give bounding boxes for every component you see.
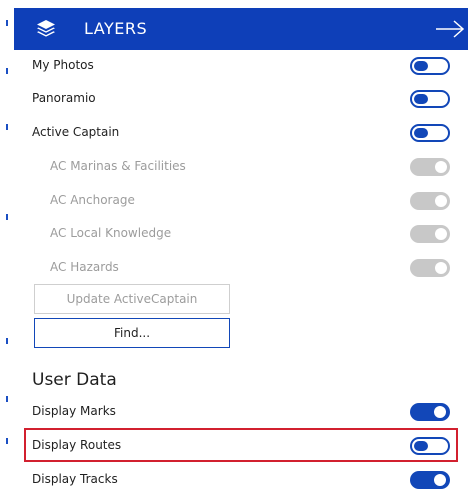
user-data-heading: User Data <box>32 370 117 390</box>
edge-marker <box>6 68 8 74</box>
arrow-right-icon[interactable] <box>434 18 466 40</box>
my-photos-toggle[interactable] <box>410 57 450 75</box>
layer-label: AC Local Knowledge <box>50 226 172 240</box>
panel-header: LAYERS <box>14 8 468 50</box>
toggle-knob <box>435 195 447 207</box>
layer-row-my-photos: My Photos <box>14 49 468 82</box>
layer-row-ac-marinas: AC Marinas & Facilities <box>14 150 468 183</box>
layer-label: Active Captain <box>32 125 120 139</box>
layers-panel: LAYERS My Photos Panoramio Active Captai… <box>0 0 468 493</box>
layer-label: AC Anchorage <box>50 193 135 207</box>
user-data-label: Display Marks <box>32 404 116 418</box>
user-data-row-display-marks: Display Marks <box>14 395 468 428</box>
user-data-label: Display Routes <box>32 438 122 452</box>
panel-title: LAYERS <box>84 19 148 38</box>
edge-marker <box>6 214 8 220</box>
find-button[interactable]: Find... <box>34 318 230 348</box>
toggle-knob <box>434 474 446 486</box>
layer-row-active-captain: Active Captain <box>14 116 468 149</box>
layer-label: My Photos <box>32 58 94 72</box>
display-tracks-toggle[interactable] <box>410 471 450 489</box>
layers-icon <box>37 20 55 37</box>
display-routes-toggle[interactable] <box>410 437 450 455</box>
edge-marker <box>6 124 8 130</box>
toggle-knob <box>435 262 447 274</box>
layer-label: AC Hazards <box>50 260 119 274</box>
toggle-knob <box>414 94 428 104</box>
display-marks-toggle[interactable] <box>410 403 450 421</box>
toggle-knob <box>414 61 428 71</box>
ac-local-knowledge-toggle <box>410 225 450 243</box>
map-edge-strip <box>0 0 10 493</box>
layer-label: AC Marinas & Facilities <box>50 159 186 173</box>
update-activecaptain-button: Update ActiveCaptain <box>34 284 230 314</box>
user-data-row-display-routes: Display Routes <box>14 429 468 462</box>
user-data-label: Display Tracks <box>32 472 118 486</box>
active-captain-toggle[interactable] <box>410 124 450 142</box>
toggle-knob <box>414 441 428 451</box>
edge-marker <box>6 20 8 26</box>
layer-row-ac-local-knowledge: AC Local Knowledge <box>14 217 468 250</box>
edge-marker <box>6 396 8 402</box>
toggle-knob <box>434 406 446 418</box>
layer-row-panoramio: Panoramio <box>14 82 468 115</box>
layer-label: Panoramio <box>32 91 96 105</box>
ac-marinas-toggle <box>410 158 450 176</box>
layer-row-ac-hazards: AC Hazards <box>14 251 468 284</box>
user-data-row-display-tracks: Display Tracks <box>14 463 468 493</box>
ac-hazards-toggle <box>410 259 450 277</box>
panoramio-toggle[interactable] <box>410 90 450 108</box>
edge-marker <box>6 338 8 344</box>
ac-anchorage-toggle <box>410 192 450 210</box>
toggle-knob <box>435 161 447 173</box>
toggle-knob <box>414 128 428 138</box>
edge-marker <box>6 438 8 444</box>
toggle-knob <box>435 228 447 240</box>
layer-row-ac-anchorage: AC Anchorage <box>14 184 468 217</box>
